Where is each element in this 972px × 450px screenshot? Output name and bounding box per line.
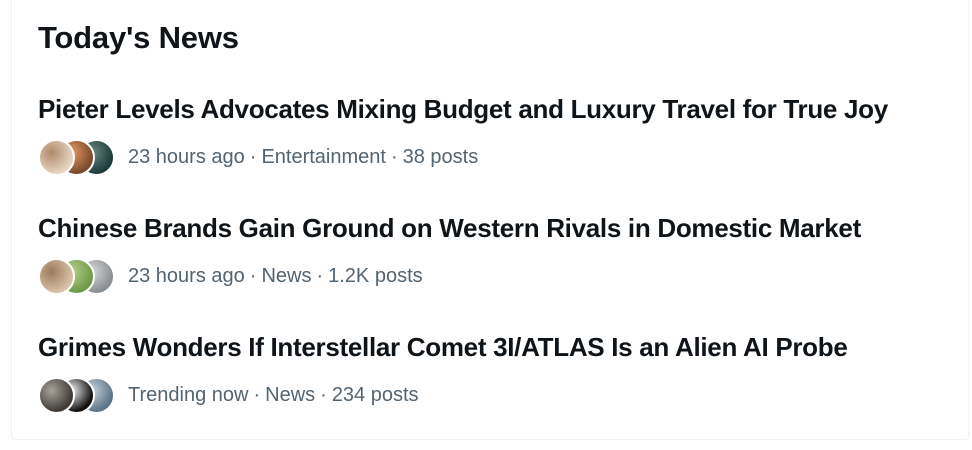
news-item[interactable]: Chinese Brands Gain Ground on Western Ri… (38, 213, 958, 323)
news-category: Entertainment (261, 145, 386, 168)
news-meta: 23 hours ago · Entertainment · 38 posts (38, 139, 479, 176)
meta-separator: · (249, 264, 257, 287)
news-post-count: 38 posts (402, 145, 479, 168)
news-time: Trending now (128, 383, 249, 406)
avatar (38, 139, 75, 176)
news-headline[interactable]: Pieter Levels Advocates Mixing Budget an… (38, 94, 888, 125)
meta-separator: · (320, 383, 327, 406)
module-title: Today's News (38, 20, 239, 55)
avatar-stack (38, 377, 115, 414)
news-meta: 23 hours ago · News · 1.2K posts (38, 258, 423, 295)
meta-separator: · (316, 264, 324, 287)
news-headline[interactable]: Chinese Brands Gain Ground on Western Ri… (38, 213, 861, 244)
avatar-stack (38, 139, 115, 176)
avatar-stack (38, 258, 115, 295)
news-meta: Trending now · News · 234 posts (38, 377, 419, 414)
news-item[interactable]: Pieter Levels Advocates Mixing Budget an… (38, 94, 958, 204)
todays-news-module: Today's News Pieter Levels Advocates Mix… (11, 0, 969, 440)
news-category: News (261, 264, 312, 287)
news-post-count: 234 posts (331, 383, 419, 406)
news-headline[interactable]: Grimes Wonders If Interstellar Comet 3I/… (38, 332, 848, 363)
news-category: News (265, 383, 316, 406)
meta-separator: · (390, 145, 398, 168)
meta-separator: · (249, 145, 257, 168)
meta-separator: · (253, 383, 261, 406)
avatar (38, 258, 75, 295)
avatar (38, 377, 75, 414)
news-post-count: 1.2K posts (328, 264, 423, 287)
news-time: 23 hours ago (128, 145, 245, 168)
news-item[interactable]: Grimes Wonders If Interstellar Comet 3I/… (38, 332, 958, 442)
news-time: 23 hours ago (128, 264, 245, 287)
